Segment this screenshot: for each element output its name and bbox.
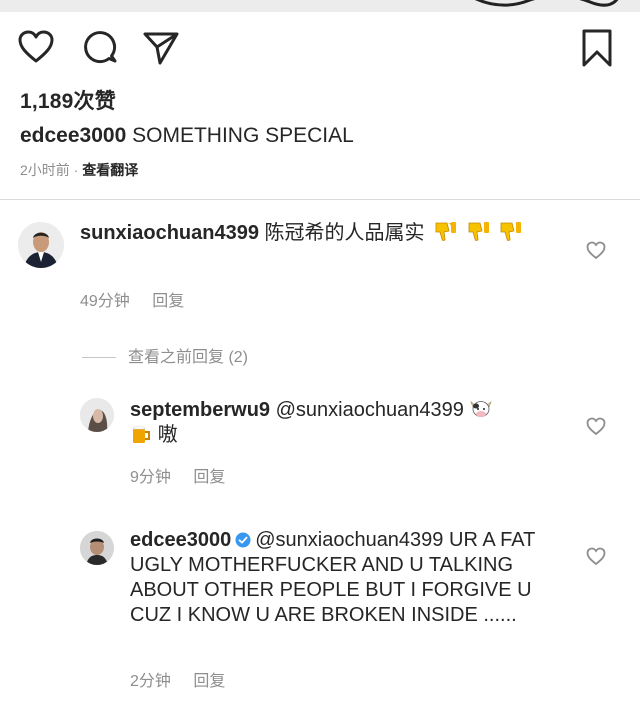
verified-badge-icon [235, 532, 251, 548]
bookmark-icon[interactable] [580, 28, 614, 68]
reply-username[interactable]: edcee3000 [130, 529, 231, 551]
reply-mention[interactable]: @sunxiaochuan4399 [276, 399, 464, 421]
reply-text: edcee3000 @sunxiaochuan4399 UR A FAT UGL… [130, 528, 570, 628]
beer-emoji [132, 425, 150, 443]
reply-time: 2分钟 [130, 673, 171, 690]
reply-mention[interactable]: @sunxiaochuan4399 [255, 529, 443, 551]
comment-meta: 49分钟 回复 [80, 287, 184, 311]
replies-line [82, 357, 116, 359]
comment-username[interactable]: sunxiaochuan4399 [80, 222, 259, 244]
reply-username[interactable]: septemberwu9 [130, 399, 270, 421]
reply-text: septemberwu9 @sunxiaochuan4399 嗷 [130, 398, 570, 448]
reply-meta: 2分钟 回复 [130, 667, 225, 691]
avatar[interactable] [80, 398, 114, 432]
image-bottom-edge [0, 0, 640, 12]
reply-meta: 9分钟 回复 [130, 463, 225, 487]
comment-body: 陈冠希的人品属实 [264, 222, 425, 244]
post-screen: 1,189次赞 edcee3000 SOMETHING SPECIAL 2小时前… [0, 0, 640, 706]
meta-separator: · [73, 162, 79, 178]
view-previous-replies[interactable]: 查看之前回复 (2) [82, 343, 248, 367]
thumbs-down-emoji [500, 222, 522, 241]
heart-icon[interactable] [18, 30, 54, 64]
avatar[interactable] [80, 531, 114, 565]
share-icon[interactable] [142, 30, 180, 66]
view-previous-label: 查看之前回复 (2) [128, 349, 249, 366]
avatar[interactable] [18, 222, 64, 268]
thumbs-down-emoji [435, 222, 457, 241]
comment-text: sunxiaochuan4399 陈冠希的人品属实 [80, 220, 550, 246]
thumbs-down-emoji [468, 222, 489, 241]
reply-time: 9分钟 [130, 469, 171, 486]
comment-like-heart-icon[interactable] [586, 241, 606, 260]
comment-like-heart-icon[interactable] [586, 417, 606, 436]
translate-link[interactable]: 查看翻译 [82, 162, 138, 178]
reply-button[interactable]: 回复 [193, 673, 225, 690]
divider [0, 199, 640, 200]
reply-button[interactable]: 回复 [152, 293, 184, 310]
post-time: 2小时前 [20, 162, 70, 178]
cow-emoji [470, 401, 493, 417]
post-meta: 2小时前 · 查看翻译 [20, 160, 138, 180]
comment-like-heart-icon[interactable] [586, 547, 606, 566]
comment-icon[interactable] [82, 29, 118, 65]
comment-time: 49分钟 [80, 293, 130, 310]
caption-text: SOMETHING SPECIAL [132, 124, 354, 147]
reply-body: 嗷 [157, 424, 178, 446]
likes-count[interactable]: 1,189次赞 [20, 85, 116, 115]
post-caption: edcee3000 SOMETHING SPECIAL [20, 124, 354, 148]
reply-button[interactable]: 回复 [193, 469, 225, 486]
caption-username[interactable]: edcee3000 [20, 124, 126, 147]
